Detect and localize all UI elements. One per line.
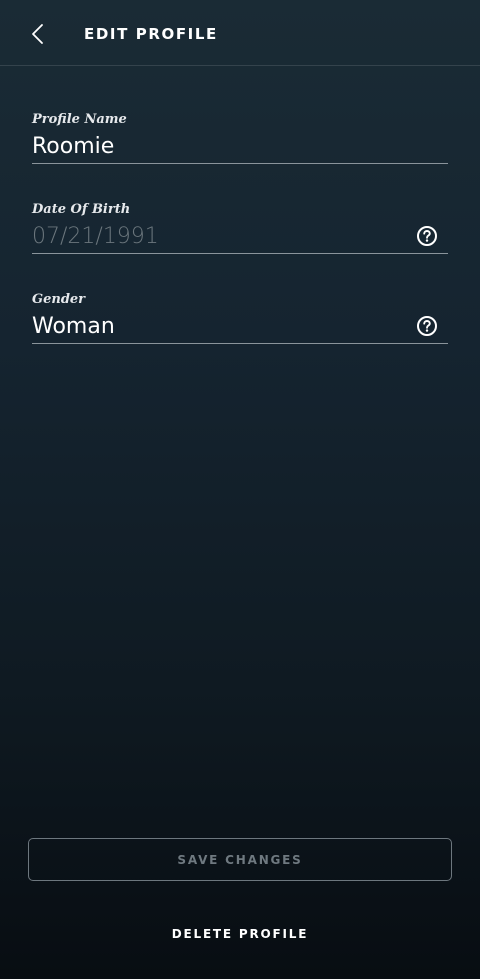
back-button[interactable] <box>22 18 54 50</box>
chevron-left-icon <box>32 24 43 44</box>
delete-profile-button[interactable]: DELETE PROFILE <box>0 924 480 944</box>
page-title: EDIT PROFILE <box>84 25 218 43</box>
question-circle-icon[interactable] <box>416 315 438 337</box>
profile-name-input[interactable]: Roomie <box>32 132 448 164</box>
profile-name-value: Roomie <box>32 134 115 159</box>
gender-field: Gender Woman <box>32 292 448 352</box>
save-changes-button[interactable]: SAVE CHANGES <box>28 838 452 881</box>
question-circle-icon[interactable] <box>416 225 438 247</box>
date-of-birth-input: 07/21/1991 <box>32 222 448 254</box>
top-bar: EDIT PROFILE <box>0 0 480 66</box>
gender-input[interactable]: Woman <box>32 312 448 344</box>
date-of-birth-field: Date Of Birth 07/21/1991 <box>32 202 448 262</box>
date-of-birth-value: 07/21/1991 <box>32 224 159 249</box>
gender-value: Woman <box>32 314 115 339</box>
profile-name-field: Profile Name Roomie <box>32 112 448 172</box>
profile-name-label: Profile Name <box>32 112 127 127</box>
gender-label: Gender <box>32 292 86 307</box>
date-of-birth-label: Date Of Birth <box>32 202 131 217</box>
